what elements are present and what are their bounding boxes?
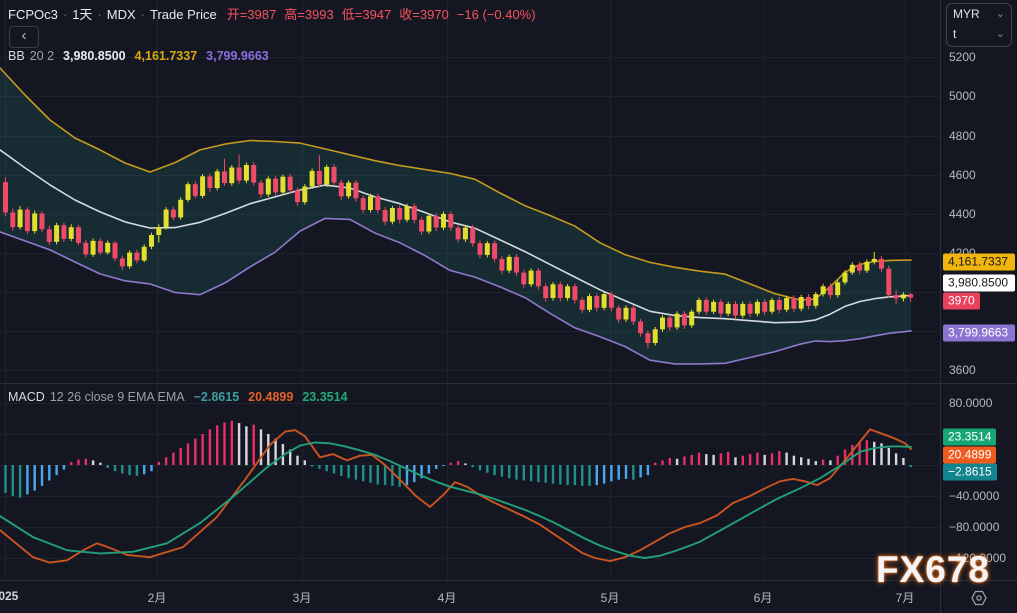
axis-tick: 5000 (949, 89, 976, 103)
ohlc-item: 低=3947 (342, 7, 392, 22)
axis-tick: 3600 (949, 363, 976, 377)
bb-indicator-name: BB (8, 49, 25, 63)
legend-separator: · (63, 7, 67, 22)
last-price-label: 3970 (943, 293, 980, 310)
exchange-label: MDX (107, 7, 136, 22)
time-axis-year-label: 2025 (0, 589, 18, 603)
back-button[interactable]: ‹ (9, 26, 39, 48)
time-axis[interactable]: 2025 2月 3月 4月 5月 6月 7月 (0, 580, 1017, 613)
pane-separator[interactable] (0, 383, 1017, 384)
trading-chart-app: FCPOc3 · 1天 · MDX · Trade Price 开=3987 高=3993 低=3… (0, 0, 1017, 613)
upper-band-price-label: 4,161.7337 (943, 254, 1015, 271)
axis-tick: 5200 (949, 50, 976, 64)
macd-indicator-name: MACD (8, 390, 45, 404)
axis-tick: 80.0000 (949, 396, 992, 410)
interval-label: 1天 (72, 7, 92, 22)
indicator-value: 4,161.7337 (135, 49, 198, 63)
indicator-value: 3,980.8500 (63, 49, 126, 63)
time-axis-month-label: 6月 (754, 589, 773, 606)
legend-separator: · (97, 7, 101, 22)
ohlc-values: 开=3987 高=3993 低=3947 收=3970 −16 (−0.40%) (227, 7, 536, 22)
indicator-value: 3,799.9663 (206, 49, 269, 63)
axis-corner-separator (940, 581, 941, 613)
time-axis-month-label: 7月 (896, 589, 915, 606)
legend-separator: · (141, 7, 145, 22)
change-value: −16 (−0.40%) (457, 7, 536, 22)
indicator-value: 20.4899 (248, 390, 293, 404)
time-axis-month-label: 4月 (438, 589, 457, 606)
macd-value-label: 20.4899 (943, 447, 996, 464)
bb-indicator-legend: BB 20 2 3,980.8500 4,161.7337 3,799.9663 (8, 49, 269, 63)
chevron-down-icon: ⌄ (996, 29, 1005, 39)
macd-indicator-legend: MACD 12 26 close 9 EMA EMA −2.8615 20.4899 2… (8, 390, 348, 404)
chart-canvas[interactable] (0, 0, 940, 580)
unit-value: t (953, 24, 956, 44)
bb-indicator-params: 20 2 (30, 49, 54, 63)
axis-tick: −80.0000 (949, 520, 999, 534)
basis-price-label: 3,980.8500 (943, 275, 1015, 292)
indicator-value: 23.3514 (302, 390, 347, 404)
axis-tick: −40.0000 (949, 489, 999, 503)
axis-tick: 4400 (949, 207, 976, 221)
currency-dropdown[interactable]: MYR ⌄ (947, 4, 1011, 24)
ohlc-item: 开=3987 (227, 7, 277, 22)
macd-signal-label: 23.3514 (943, 429, 996, 446)
series-type-label: Trade Price (150, 7, 217, 22)
price-axis[interactable]: MYR ⌄ t ⌄ 520050004800460044004200360080… (940, 0, 1017, 580)
ohlc-item: 收=3970 (399, 7, 449, 22)
symbol-legend: FCPOc3 · 1天 · MDX · Trade Price 开=3987 高=3993 低=3… (8, 4, 536, 23)
unit-dropdown[interactable]: t ⌄ (947, 24, 1011, 44)
macd-hist-label: −2.8615 (943, 464, 997, 481)
macd-indicator-values: −2.8615 20.4899 23.3514 (185, 390, 348, 404)
chevron-left-icon: ‹ (22, 27, 27, 44)
chevron-down-icon: ⌄ (996, 9, 1005, 19)
indicator-value: −2.8615 (194, 390, 240, 404)
axis-tick: 4600 (949, 168, 976, 182)
chart-settings-icon[interactable] (968, 587, 990, 609)
axis-tick: 4800 (949, 129, 976, 143)
bb-indicator-values: 3,980.8500 4,161.7337 3,799.9663 (54, 49, 269, 63)
currency-unit-selector: MYR ⌄ t ⌄ (946, 3, 1012, 47)
time-axis-month-label: 5月 (601, 589, 620, 606)
axis-tick: −120.0000 (949, 551, 1006, 565)
symbol-name: FCPOc3 (8, 7, 58, 22)
time-axis-month-label: 3月 (293, 589, 312, 606)
time-axis-month-label: 2月 (148, 589, 167, 606)
currency-value: MYR (953, 4, 980, 24)
lower-band-price-label: 3,799.9663 (943, 325, 1015, 342)
macd-indicator-params: 12 26 close 9 EMA EMA (50, 390, 185, 404)
ohlc-item: 高=3993 (284, 7, 334, 22)
